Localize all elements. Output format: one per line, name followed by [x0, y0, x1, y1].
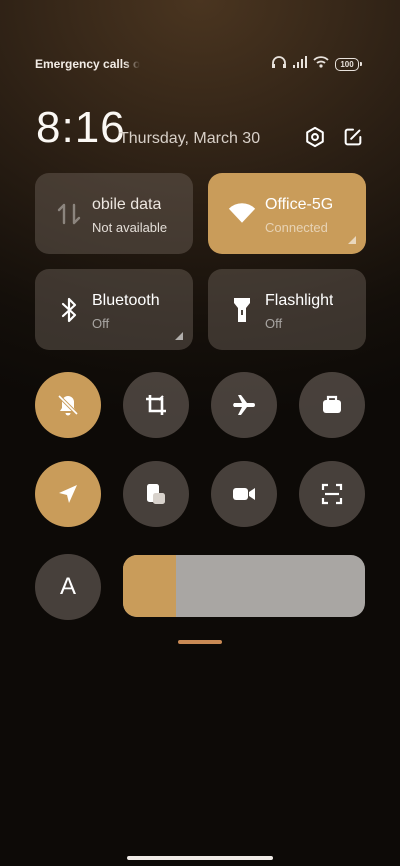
mobile-data-tile[interactable]: obile data Not available — [35, 173, 193, 254]
briefcase-icon — [323, 395, 341, 413]
bluetooth-status: Off — [92, 316, 110, 331]
battery-icon: 100 — [335, 57, 362, 71]
font-icon: A — [59, 573, 76, 600]
signal-icon — [293, 55, 307, 73]
location-toggle[interactable] — [35, 461, 101, 527]
carrier-text: Emergency calls o — [35, 57, 140, 71]
brightness-fill — [123, 555, 177, 617]
headset-icon — [271, 55, 287, 73]
flashlight-icon — [228, 296, 256, 324]
edit-button[interactable] — [340, 124, 366, 150]
bluetooth-title: Bluetooth — [92, 292, 160, 309]
flashlight-status: Off — [265, 316, 283, 331]
scan-icon — [321, 483, 343, 505]
location-arrow-icon — [59, 485, 77, 503]
status-icons: 100 — [271, 55, 362, 73]
screenshot-toggle[interactable] — [123, 372, 189, 438]
settings-button[interactable] — [302, 124, 328, 150]
home-indicator[interactable] — [127, 856, 273, 860]
floating-window-icon — [147, 484, 165, 504]
wifi-status: Connected — [265, 220, 328, 235]
brightness-slider[interactable] — [123, 555, 365, 617]
screen-recorder-toggle[interactable] — [211, 461, 277, 527]
bell-off-icon — [57, 394, 79, 416]
header: 8:16 Thursday, March 30 — [36, 104, 364, 154]
silent-toggle[interactable] — [35, 372, 101, 438]
flashlight-tile[interactable]: Flashlight Off — [208, 269, 366, 350]
bluetooth-icon — [55, 296, 83, 324]
wifi-tile[interactable]: Office-5G Connected — [208, 173, 366, 254]
flashlight-title: Flashlight — [265, 292, 334, 309]
wifi-icon — [228, 200, 256, 228]
crop-icon — [146, 395, 166, 415]
settings-icon — [306, 126, 324, 148]
wifi-icon — [313, 55, 329, 73]
clock: 8:16 — [36, 103, 126, 152]
wifi-network-name: Office-5G — [265, 196, 334, 213]
mobile-data-status: Not available — [92, 220, 168, 235]
airplane-icon — [233, 395, 255, 415]
font-size-toggle[interactable]: A — [35, 554, 101, 620]
work-mode-toggle[interactable] — [299, 372, 365, 438]
data-arrows-icon — [55, 200, 83, 228]
bluetooth-tile[interactable]: Bluetooth Off — [35, 269, 193, 350]
floating-window-toggle[interactable] — [123, 461, 189, 527]
wifi-more-indicator[interactable] — [348, 236, 356, 244]
edit-icon — [344, 128, 362, 146]
status-bar: Emergency calls o 100 — [35, 55, 362, 73]
battery-level: 100 — [335, 57, 359, 71]
bluetooth-more-indicator[interactable] — [175, 332, 183, 340]
scanner-toggle[interactable] — [299, 461, 365, 527]
mobile-data-title: obile data — [92, 196, 162, 213]
video-camera-icon — [233, 488, 255, 500]
date: Thursday, March 30 — [119, 130, 261, 147]
airplane-mode-toggle[interactable] — [211, 372, 277, 438]
drag-handle[interactable] — [178, 640, 222, 644]
